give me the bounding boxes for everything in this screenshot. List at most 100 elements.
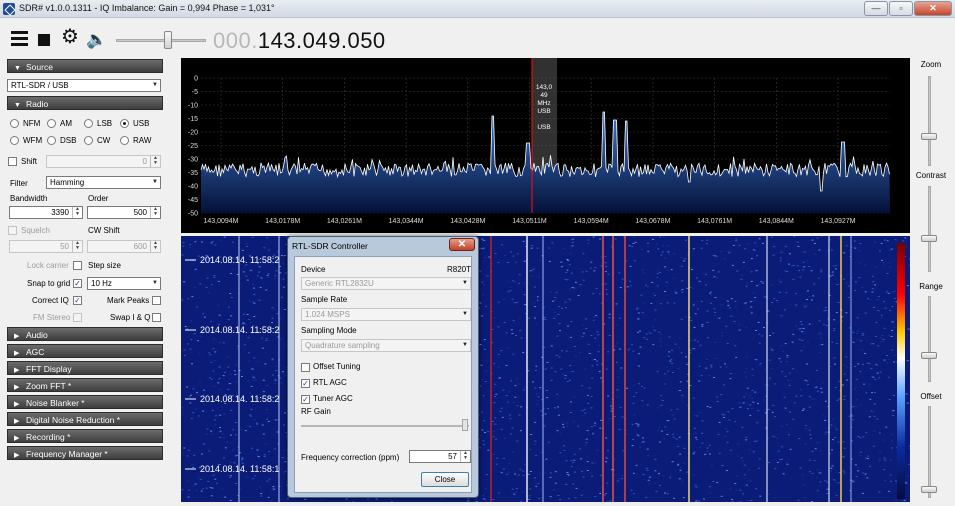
menu-icon[interactable] [11,31,28,48]
mode-radio-lsb[interactable] [84,119,93,128]
waterfall-speckle [744,372,747,373]
section-digital-noise-reduction[interactable]: ▶ Digital Noise Reduction * [7,412,163,426]
section-frequency-manager[interactable]: ▶ Frequency Manager * [7,446,163,460]
rtl-agc-checkbox[interactable]: ✓ [301,379,310,388]
spin-icon[interactable]: ▲ ▼ [460,451,470,462]
swap-iq-checkbox[interactable] [152,313,161,322]
waterfall-speckle [806,380,809,382]
spin-icon[interactable]: ▲ ▼ [150,207,160,218]
spin-icon[interactable]: ▲ ▼ [150,156,160,167]
waterfall-speckle [596,331,599,333]
dialog-close-icon[interactable]: ✕ [449,238,475,251]
waterfall-speckle [665,281,668,283]
frequency-digits[interactable]: 143.049.050 [258,28,386,53]
waterfall-speckle [720,394,723,396]
waterfall-timestamp: 2014.08.14. 11:58:2 [200,325,279,335]
cw-shift-input[interactable]: 600 ▲ ▼ [87,240,161,253]
section-agc[interactable]: ▶ AGC [7,344,163,358]
mode-radio-usb[interactable] [120,119,129,128]
section-radio[interactable]: ▼ Radio [7,96,163,110]
offset-tuning-checkbox[interactable] [301,363,310,372]
lock-carrier-checkbox[interactable] [73,261,82,270]
dialog-close-button[interactable]: Close [421,472,469,487]
mode-radio-dsb[interactable] [47,136,56,145]
minimize-button[interactable]: — [864,1,888,16]
zoom-slider-track[interactable] [928,76,931,166]
section-fft-display[interactable]: ▶ FFT Display [7,361,163,375]
source-device-select[interactable]: RTL-SDR / USB ▼ [7,79,161,92]
waterfall-speckle [838,380,841,382]
spin-icon[interactable]: ▲ ▼ [72,241,82,252]
frequency-correction-input[interactable]: 57 ▲ ▼ [409,450,471,463]
range-slider-track[interactable] [928,296,931,382]
filter-select[interactable]: Hamming ▼ [46,176,161,189]
step-size-select[interactable]: 10 Hz ▼ [87,277,161,290]
mode-radio-cw[interactable] [84,136,93,145]
device-select[interactable]: Generic RTL2832U ▼ [301,277,471,290]
waterfall-speckle [625,433,628,435]
mode-radio-nfm[interactable] [10,119,19,128]
correct-iq-checkbox[interactable]: ✓ [73,296,82,305]
offset-slider-thumb[interactable] [921,486,937,493]
sampling-mode-select[interactable]: Quadrature sampling ▼ [301,339,471,352]
order-input[interactable]: 500 ▲ ▼ [87,206,161,219]
waterfall-speckle [685,239,687,241]
section-zoom-fft[interactable]: ▶ Zoom FFT * [7,378,163,392]
waterfall-speckle [275,370,278,372]
waterfall-speckle [529,495,532,497]
frequency-leading-digits[interactable]: 000. [213,28,258,53]
waterfall-speckle [193,454,196,456]
waterfall-speckle [196,306,199,308]
waterfall-speckle [802,305,805,306]
section-noise-blanker[interactable]: ▶ Noise Blanker * [7,395,163,409]
waterfall-speckle [890,440,893,442]
waterfall-speckle [549,472,552,474]
mode-radio-raw[interactable] [120,136,129,145]
shift-input[interactable]: 0 ▲ ▼ [46,155,161,168]
sample-rate-select[interactable]: 1.024 MSPS ▼ [301,308,471,321]
mark-peaks-checkbox[interactable] [152,296,161,305]
snap-to-grid-checkbox[interactable]: ✓ [73,279,82,288]
shift-checkbox[interactable] [8,157,17,166]
stop-icon[interactable] [38,34,50,46]
waterfall-speckle [529,488,532,490]
tuner-agc-checkbox[interactable]: ✓ [301,395,310,404]
section-source[interactable]: ▼ Source [7,59,163,73]
bandwidth-input[interactable]: 3390 ▲ ▼ [9,206,83,219]
waterfall-speckle [509,290,512,292]
waterfall-speckle [539,387,542,389]
maximize-button[interactable]: ▫ [889,1,913,16]
section-audio[interactable]: ▶ Audio [7,327,163,341]
volume-slider-thumb[interactable] [164,31,172,49]
waterfall-speckle [554,482,557,484]
waterfall-speckle [792,368,795,370]
spectrum-analyzer[interactable]: 0 -5 -10 -15 -20 -25 -30 -35 -40 -45 -50 143,0094M 1… [181,58,910,233]
waterfall-speckle [539,488,542,490]
contrast-slider-track[interactable] [928,186,931,272]
squelch-checkbox[interactable] [8,226,17,235]
zoom-slider-thumb[interactable] [921,133,937,140]
fm-stereo-checkbox[interactable] [73,313,82,322]
spin-icon[interactable]: ▲ ▼ [150,241,160,252]
mode-radio-wfm[interactable] [10,136,19,145]
waterfall-speckle [229,373,232,375]
waterfall-speckle [265,339,268,341]
gear-icon[interactable]: ⚙ [61,27,79,47]
range-slider-thumb[interactable] [921,352,937,359]
rf-gain-slider-track[interactable] [301,425,469,427]
waterfall-speckle [267,276,270,278]
contrast-slider-thumb[interactable] [921,235,937,242]
spin-icon[interactable]: ▲ ▼ [72,207,82,218]
speaker-icon[interactable]: 🔈 [86,31,107,48]
tuner-type: R820T [447,265,472,274]
rf-gain-slider-thumb[interactable] [462,419,468,431]
mode-radio-am[interactable] [47,119,56,128]
waterfall-speckle [629,280,632,282]
volume-slider-track[interactable] [116,39,206,42]
frequency-display[interactable]: 000.143.049.050 [213,28,386,54]
close-window-button[interactable]: ✕ [914,1,952,16]
section-recording[interactable]: ▶ Recording * [7,429,163,443]
waterfall-speckle [218,314,221,316]
offset-slider-track[interactable] [928,406,931,498]
squelch-input[interactable]: 50 ▲ ▼ [9,240,83,253]
